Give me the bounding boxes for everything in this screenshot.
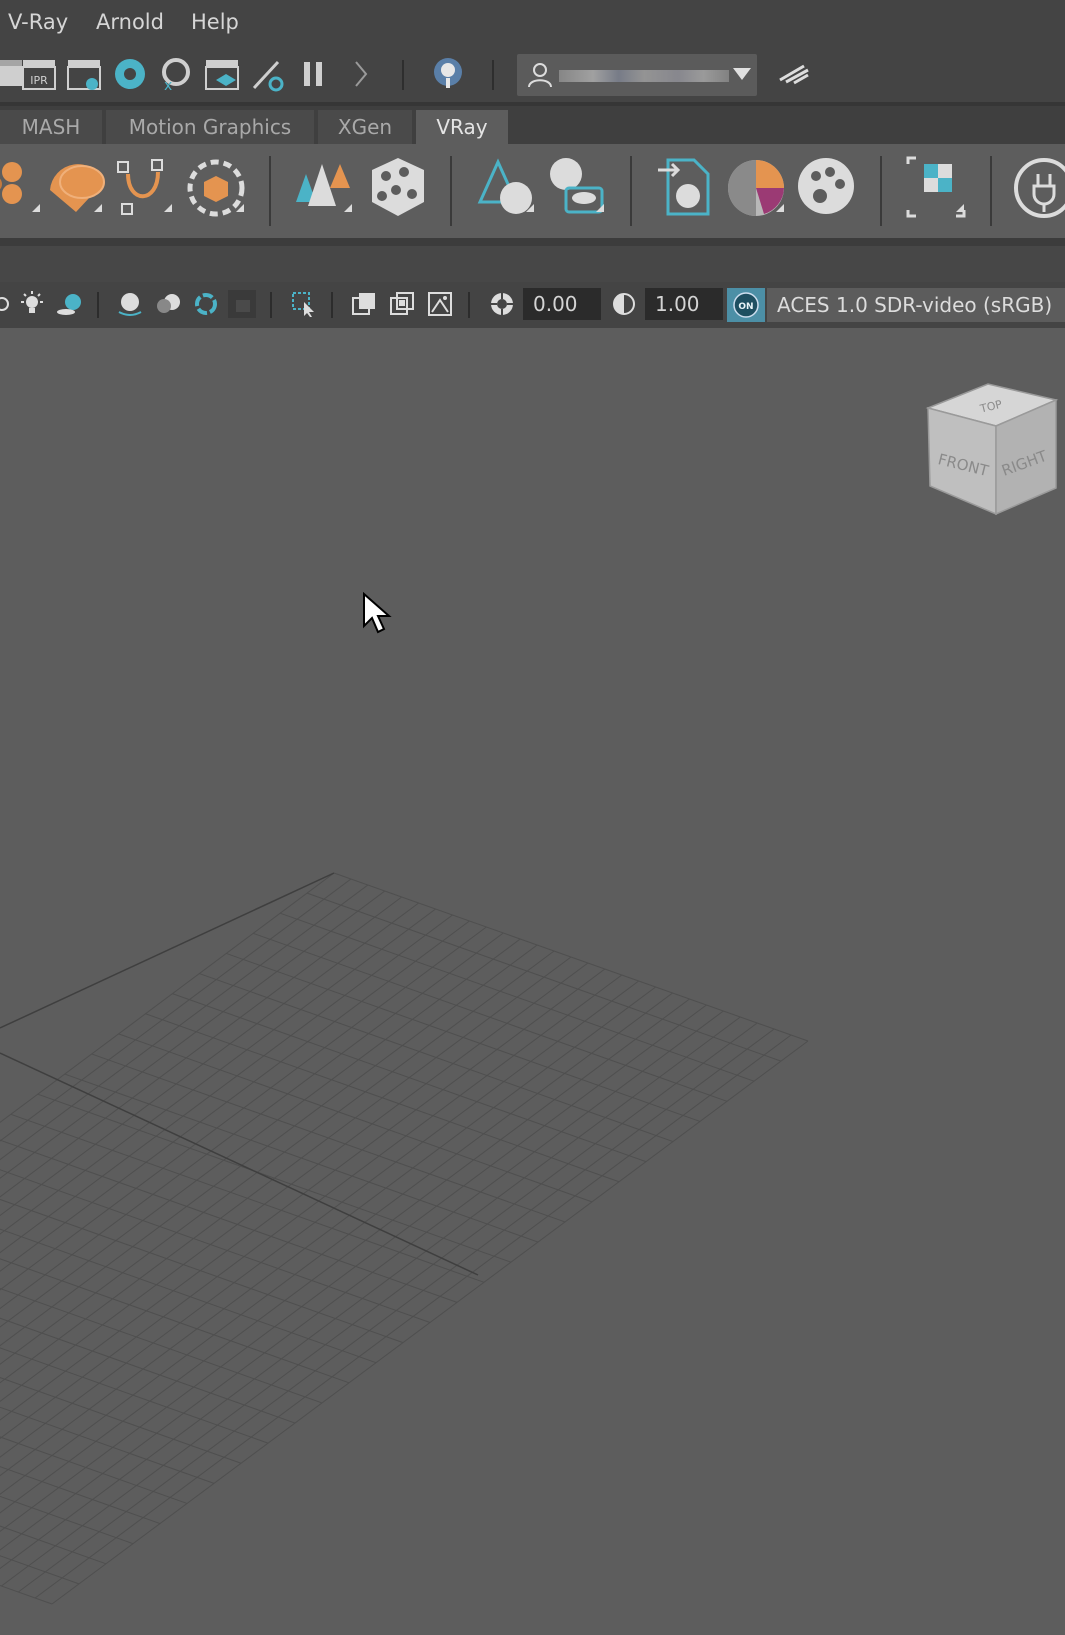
ambient-occlusion-icon[interactable] xyxy=(116,290,144,318)
pause-icon[interactable] xyxy=(296,56,332,92)
shading-icon[interactable] xyxy=(0,290,16,318)
status-toolbar: IPR x xyxy=(0,46,1065,102)
tab-mash[interactable]: MASH xyxy=(0,110,102,144)
sidebar-toggle-icon[interactable] xyxy=(776,58,812,88)
vray-cloud-icon[interactable] xyxy=(430,56,466,92)
gamma-field[interactable]: 1.00 xyxy=(645,288,723,320)
vray-plane-icon[interactable] xyxy=(544,154,610,220)
color-management-toggle[interactable]: ON xyxy=(727,288,765,322)
menu-vray[interactable]: V-Ray xyxy=(8,10,68,34)
render-settings-icon[interactable] xyxy=(66,56,102,92)
account-dropdown[interactable] xyxy=(517,54,757,96)
expand-arrow-icon[interactable] xyxy=(344,56,380,92)
vray-scatter-trees-icon[interactable] xyxy=(292,154,358,220)
viewcube[interactable]: TOP FRONT RIGHT xyxy=(922,378,1062,518)
antialiasing-icon[interactable] xyxy=(192,290,220,318)
shelf-separator xyxy=(630,156,632,226)
lighting-icon[interactable] xyxy=(18,290,46,318)
render-layers-icon[interactable] xyxy=(204,56,240,92)
shelf-separator xyxy=(990,156,992,226)
toolbar-separator xyxy=(492,60,494,90)
svg-text:IPR: IPR xyxy=(30,74,48,87)
tab-motion-graphics[interactable]: Motion Graphics xyxy=(106,110,314,144)
vray-material-icon[interactable] xyxy=(724,154,790,220)
shelf-tab-bar: MASH Motion Graphics XGen VRay xyxy=(0,106,1065,144)
vray-geometry-icon[interactable] xyxy=(474,154,540,220)
color-management-on-icon: ON xyxy=(733,292,759,318)
vray-plugin-icon[interactable] xyxy=(1010,154,1065,220)
3d-viewport[interactable]: TOP FRONT RIGHT xyxy=(0,328,1065,1635)
shelf-separator xyxy=(269,156,271,226)
shelf-divider xyxy=(0,238,1065,246)
color-space-dropdown[interactable]: ACES 1.0 SDR-video (sRGB) xyxy=(767,288,1065,322)
vray-mesh-light-icon[interactable] xyxy=(112,154,178,220)
toolbar-separator xyxy=(97,292,99,318)
vray-texture-icon[interactable] xyxy=(904,154,970,220)
tab-vray[interactable]: VRay xyxy=(416,110,508,144)
vray-shelf xyxy=(0,144,1065,238)
dome-light-icon[interactable] xyxy=(42,154,108,220)
render-region-icon[interactable] xyxy=(250,56,286,92)
toolbar-separator xyxy=(331,292,333,318)
shadows-icon[interactable] xyxy=(56,290,84,318)
svg-text:x: x xyxy=(164,78,172,92)
material-palette-icon[interactable] xyxy=(794,154,860,220)
viewport-toolbar: 0.00 1.00 ON ACES 1.0 SDR-video (sRGB) xyxy=(0,282,1065,328)
mouse-cursor-icon xyxy=(363,592,392,634)
redacted-username xyxy=(559,70,729,82)
panel-menu-bar xyxy=(0,246,1065,282)
vray-lights-icon[interactable] xyxy=(0,154,46,220)
menu-arnold[interactable]: Arnold xyxy=(96,10,164,34)
user-icon xyxy=(528,63,552,88)
toolbar-separator xyxy=(468,292,470,318)
toolbar-separator xyxy=(270,292,272,318)
gamma-icon[interactable] xyxy=(610,290,638,318)
vray-render-icon[interactable] xyxy=(112,56,148,92)
svg-text:ON: ON xyxy=(738,302,753,312)
menu-help[interactable]: Help xyxy=(191,10,239,34)
import-vrscene-icon[interactable] xyxy=(654,154,720,220)
isolate-select-icon[interactable] xyxy=(290,290,318,318)
toolbar-separator xyxy=(402,60,404,90)
menu-bar: V-Ray Arnold Help xyxy=(0,0,1065,46)
shelf-separator xyxy=(880,156,882,226)
shelf-separator xyxy=(450,156,452,226)
image-plane-icon[interactable] xyxy=(426,290,454,318)
exposure-icon[interactable] xyxy=(488,290,516,318)
depth-of-field-icon[interactable] xyxy=(228,290,256,318)
motion-blur-icon[interactable] xyxy=(154,290,182,318)
exposure-field[interactable]: 0.00 xyxy=(523,288,601,320)
vray-proxy-gear-icon[interactable] xyxy=(184,154,250,220)
ground-grid xyxy=(0,872,809,1605)
ipr-render-icon[interactable]: IPR xyxy=(21,56,57,92)
xray-icon[interactable] xyxy=(350,290,378,318)
xray-joints-icon[interactable] xyxy=(388,290,416,318)
vray-fur-icon[interactable] xyxy=(364,154,430,220)
vray-ipr-icon[interactable]: x xyxy=(156,56,192,92)
tab-xgen[interactable]: XGen xyxy=(318,110,412,144)
chevron-down-icon xyxy=(733,68,751,80)
